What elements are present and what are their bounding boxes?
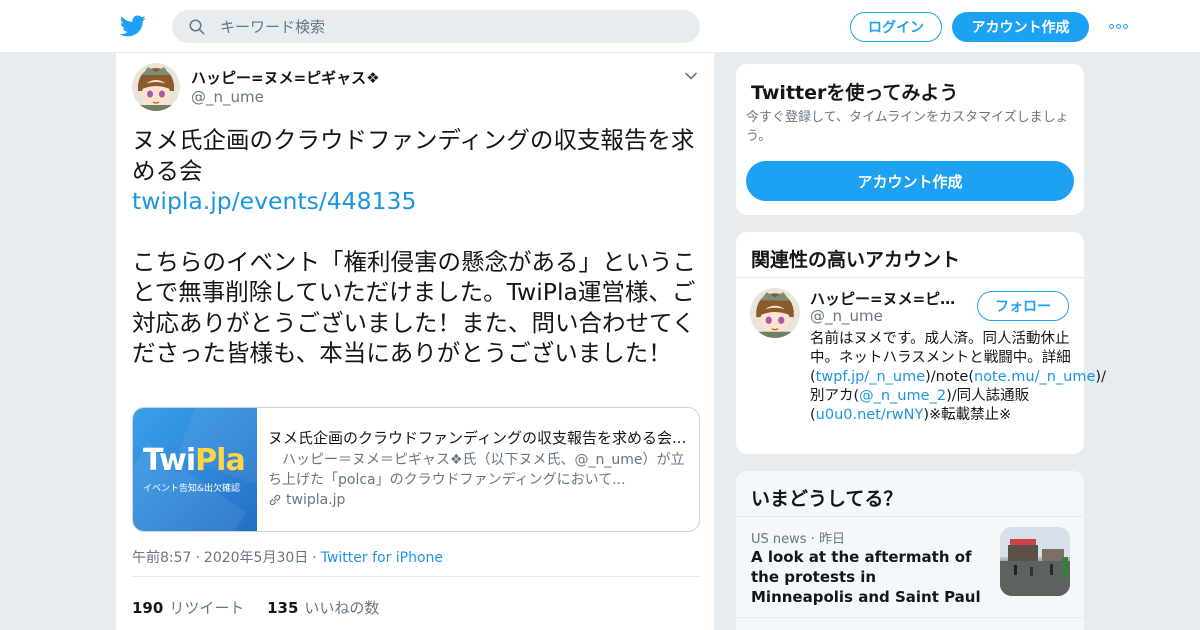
tweet-date[interactable]: 2020年5月30日 <box>204 550 308 566</box>
whats-happening-title: いまどうしてる？ <box>751 488 903 510</box>
login-button[interactable]: ログイン <box>850 12 942 42</box>
bio-link-alt-account[interactable]: @_n_ume_2 <box>859 388 946 404</box>
bio-link-note[interactable]: note.mu/_n_ume <box>974 369 1095 385</box>
tweet-text: ヌメ氏企画のクラウドファンディングの収支報告を求める会 twipla.jp/ev… <box>132 125 702 369</box>
tweet-stats: 190 リツイート 135 いいねの数 <box>132 597 379 618</box>
link-icon <box>269 494 281 506</box>
tweet-time[interactable]: 午前8:57 <box>132 550 191 566</box>
signup-module: Twitterを使ってみよう 今すぐ登録して、タイムラインをカスタマイズしましょ… <box>735 63 1085 216</box>
related-accounts-module: 関連性の高いアカウント ハッピー=ヌメ=ピギャス❖ @_n_ume フォロー 名… <box>735 231 1106 455</box>
chevron-down-icon[interactable] <box>684 69 698 83</box>
search-icon <box>189 19 205 34</box>
card-domain: twipla.jp <box>268 492 693 508</box>
twitter-bird-icon[interactable] <box>120 13 146 39</box>
related-account-handle[interactable]: @_n_ume <box>810 307 883 325</box>
twipla-logo-subtitle: イベント告知&出欠確認 <box>143 484 241 494</box>
news-headline[interactable]: A look at the aftermath of the protests … <box>751 547 981 607</box>
related-account-bio: 名前はヌメです。成人済。同人活動休止中。ネットハラスメントと戦闘中。詳細(twp… <box>810 331 1106 423</box>
search-input[interactable] <box>220 17 660 36</box>
signup-button[interactable]: アカウント作成 <box>952 12 1089 42</box>
author-name[interactable]: ハッピー=ヌメ=ピギャス❖ <box>191 67 380 88</box>
author-handle[interactable]: @_n_ume <box>191 88 264 106</box>
tweet-text-line1: ヌメ氏企画のクラウドファンディングの収支報告を求める会 <box>132 126 695 185</box>
tweet-timestamp: 午前8:57 · 2020年5月30日 · Twitter for iPhone <box>132 550 444 566</box>
link-preview-card[interactable]: TwiPla イベント告知&出欠確認 ヌメ氏企画のクラウドファンディングの収支報… <box>132 407 700 532</box>
search-bar[interactable] <box>172 10 700 43</box>
tweet-client-link[interactable]: Twitter for iPhone <box>321 550 443 566</box>
card-description: ハッピー＝ヌメ＝ピギャス❖氏（以下ヌメ氏、@_n_ume）が立ち上げた「polc… <box>268 452 685 488</box>
news-meta: US news · 昨日 <box>751 532 845 547</box>
tweet-link[interactable]: twipla.jp/events/448135 <box>132 186 702 217</box>
card-title: ヌメ氏企画のクラウドファンディングの収支報告を求める会... <box>268 429 687 447</box>
like-stat[interactable]: 135 いいねの数 <box>267 599 379 617</box>
more-options-icon[interactable] <box>1106 16 1130 36</box>
follow-button[interactable]: フォロー <box>977 291 1069 321</box>
tweet-detail: ハッピー=ヌメ=ピギャス❖ @_n_ume ヌメ氏企画のクラウドファンディングの… <box>115 53 715 630</box>
tweet-text-body: こちらのイベント「権利侵害の懸念がある」ということで無事削除していただけました。… <box>132 247 696 368</box>
news-thumbnail[interactable] <box>1000 527 1070 596</box>
signup-module-title: Twitterを使ってみよう <box>751 82 959 104</box>
related-account-avatar[interactable] <box>750 288 800 338</box>
top-navigation: ログイン アカウント作成 <box>0 0 1200 53</box>
twipla-logo: TwiPla <box>143 443 246 478</box>
card-thumbnail: TwiPla イベント告知&出欠確認 <box>133 408 257 531</box>
signup-module-button[interactable]: アカウント作成 <box>746 161 1074 201</box>
author-avatar[interactable] <box>132 63 180 111</box>
bio-link-shop[interactable]: u0u0.net/rwNY <box>816 407 924 423</box>
signup-module-description: 今すぐ登録して、タイムラインをカスタマイズしましょう。 <box>746 110 1069 144</box>
related-accounts-title: 関連性の高いアカウント <box>751 249 961 271</box>
retweet-stat[interactable]: 190 リツイート <box>132 599 244 617</box>
bio-link-twpf[interactable]: twpf.jp/_n_ume <box>816 369 925 385</box>
whats-happening-module: いまどうしてる？ US news · 昨日 A look at the afte… <box>735 470 1085 630</box>
related-account-name[interactable]: ハッピー=ヌメ=ピギャス❖ <box>810 288 970 309</box>
divider <box>132 576 700 577</box>
